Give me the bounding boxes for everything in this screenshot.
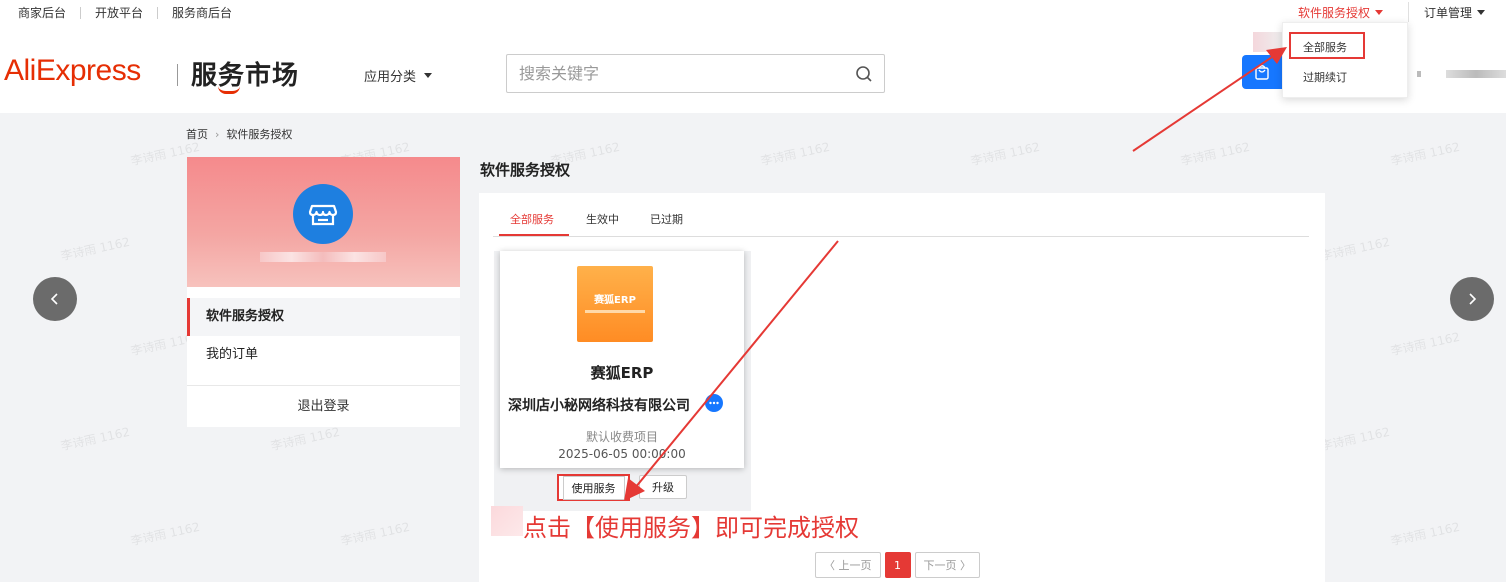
chevron-left-icon: 〈 (824, 559, 839, 572)
tab-expired[interactable]: 已过期 (650, 211, 683, 227)
link-open-platform[interactable]: 开放平台 (95, 4, 143, 21)
watermark-text: 李诗雨 1162 (1389, 519, 1462, 549)
tab-active[interactable]: 生效中 (586, 211, 619, 227)
next-page-button[interactable]: 下一页 〉 (914, 552, 980, 578)
watermark-text: 李诗雨 1162 (1389, 329, 1462, 359)
watermark-text: 李诗雨 1162 (1389, 139, 1462, 169)
divider (80, 6, 82, 19)
watermark-text: 李诗雨 1162 (339, 519, 412, 549)
upgrade-button[interactable]: 升级 (639, 475, 687, 499)
chevron-right-icon: 〉 (956, 559, 971, 572)
aliexpress-logo[interactable]: AliExpress (4, 54, 141, 88)
auth-menu-label: 软件服务授权 (1298, 6, 1371, 20)
provider-company: 深圳店小秘网络科技有限公司 (508, 398, 690, 414)
tab-bar: 全部服务 生效中 已过期 (493, 193, 1309, 237)
link-merchant-backend[interactable]: 商家后台 (18, 4, 66, 21)
watermark-text: 李诗雨 1162 (1179, 139, 1252, 169)
watermark-text: 李诗雨 1162 (59, 234, 132, 264)
expiry-date: 2025-06-05 00:00:00 (558, 447, 686, 461)
caret-down-icon (1375, 10, 1384, 15)
chat-icon[interactable] (705, 394, 723, 412)
next-page-label: 下一页 (923, 559, 957, 572)
divider (187, 385, 460, 386)
service-market-logo[interactable]: 服务市场 (191, 55, 299, 92)
breadcrumb-home[interactable]: 首页 (186, 126, 208, 142)
caret-down-icon (424, 73, 433, 78)
chevron-left-icon (50, 293, 58, 305)
carousel-prev-button[interactable] (33, 277, 77, 321)
sidebar-item-my-orders[interactable]: 我的订单 (187, 336, 460, 374)
carousel-next-button[interactable] (1450, 277, 1494, 321)
blurred-avatar (1253, 32, 1283, 52)
storefront-icon (308, 204, 338, 226)
product-name: 赛狐ERP (590, 364, 654, 382)
service-card[interactable]: 赛狐ERP 赛狐ERP 深圳店小秘网络科技有限公司 默认收费项目 2025-06… (500, 251, 744, 468)
watermark-text: 李诗雨 1162 (759, 139, 832, 169)
top-links: 商家后台 开放平台 服务商后台 (18, 4, 232, 21)
category-dropdown[interactable]: 应用分类 (364, 66, 433, 85)
logo-divider (177, 64, 178, 86)
page-title: 软件服务授权 (480, 161, 571, 179)
auth-menu[interactable]: 软件服务授权 (1298, 4, 1384, 21)
blurred-mark (491, 506, 523, 536)
shop-button[interactable] (1242, 55, 1286, 89)
dropdown-item-renew[interactable]: 过期续订 (1303, 69, 1347, 85)
store-icon (293, 184, 353, 244)
use-service-label: 使用服务 (562, 475, 625, 500)
dropdown-item-all-services[interactable]: 全部服务 (1303, 39, 1347, 55)
pagination: 〈 上一页 1 下一页 〉 (815, 552, 980, 578)
search-input[interactable] (507, 55, 827, 91)
watermark-text: 李诗雨 1162 (269, 424, 342, 454)
plan-name: 默认收费项目 (585, 430, 658, 444)
active-tab-indicator (499, 234, 569, 236)
auth-dropdown-menu: 全部服务 过期续订 (1282, 22, 1408, 98)
prev-page-button[interactable]: 〈 上一页 (815, 552, 881, 578)
search-box (506, 54, 885, 93)
divider (157, 6, 159, 19)
logout-button[interactable]: 退出登录 (187, 395, 460, 414)
profile-banner (187, 157, 460, 287)
main-panel: 全部服务 生效中 已过期 赛狐ERP 赛狐ERP 深圳店小秘网络科技有限公司 默… (479, 193, 1325, 582)
sidebar-item-software-auth[interactable]: 软件服务授权 (187, 298, 460, 336)
shopping-bag-icon (1255, 65, 1269, 80)
top-bar: 商家后台 开放平台 服务商后台 软件服务授权 订单管理 (0, 0, 1506, 24)
header: AliExpress 服务市场 应用分类 (0, 24, 1506, 113)
product-logo: 赛狐ERP (577, 266, 653, 342)
use-service-button[interactable]: 使用服务 (557, 474, 630, 501)
search-icon[interactable] (854, 64, 874, 84)
chat-dots-icon (709, 401, 719, 405)
link-provider-backend[interactable]: 服务商后台 (172, 4, 232, 21)
watermark-text: 李诗雨 1162 (1319, 424, 1392, 454)
prev-page-label: 上一页 (838, 559, 872, 572)
watermark-text: 李诗雨 1162 (59, 424, 132, 454)
order-menu-label: 订单管理 (1424, 6, 1473, 20)
watermark-text: 李诗雨 1162 (1319, 234, 1392, 264)
watermark-text: 李诗雨 1162 (129, 519, 202, 549)
caret-down-icon (1477, 10, 1486, 15)
blurred-shop-name (260, 252, 386, 262)
sidebar: 软件服务授权 我的订单 退出登录 (187, 157, 460, 427)
chevron-right-icon (1469, 293, 1477, 305)
order-menu[interactable]: 订单管理 (1424, 4, 1486, 21)
chevron-right-icon: › (215, 127, 220, 141)
product-logo-text: 赛狐ERP (594, 295, 636, 306)
blurred-username (1446, 70, 1506, 78)
logo-smile-icon (218, 86, 240, 94)
divider (1408, 2, 1409, 22)
category-label: 应用分类 (364, 70, 417, 85)
blurred-text (1417, 71, 1421, 77)
tab-all-services[interactable]: 全部服务 (510, 211, 554, 227)
breadcrumb-current: 软件服务授权 (226, 128, 293, 141)
watermark-text: 李诗雨 1162 (969, 139, 1042, 169)
product-logo-tagline (585, 310, 645, 313)
instruction-annotation: 点击【使用服务】即可完成授权 (523, 514, 859, 542)
page-number-current[interactable]: 1 (884, 552, 911, 578)
breadcrumb: 首页 › 软件服务授权 (186, 126, 292, 142)
